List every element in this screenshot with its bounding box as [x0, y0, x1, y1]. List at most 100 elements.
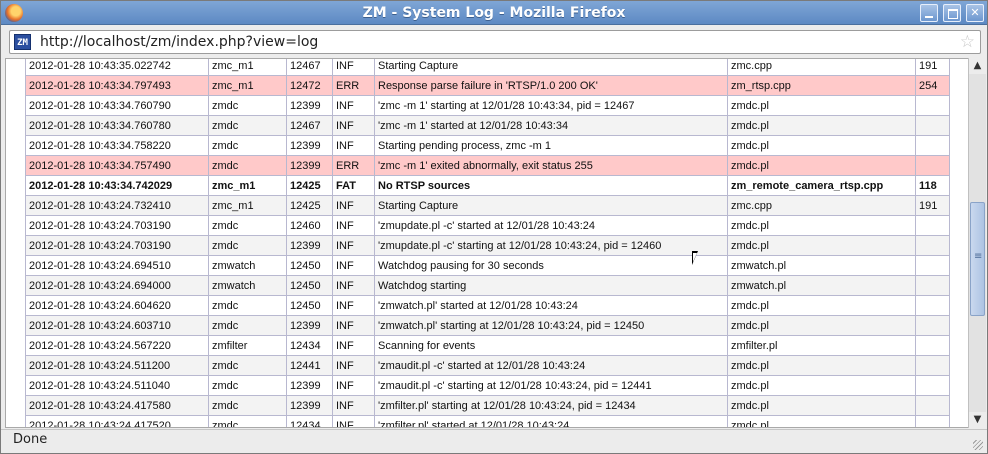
log-cell-level: INF — [332, 315, 375, 336]
log-cell-message: Starting pending process, zmc -m 1 — [374, 135, 728, 156]
log-cell-pid: 12399 — [286, 395, 333, 416]
log-cell-message: 'zmfilter.pl' started at 12/01/28 10:43:… — [374, 415, 728, 427]
log-cell-file: zmdc.pl — [727, 355, 916, 376]
log-cell-pid: 12460 — [286, 215, 333, 236]
minimize-icon[interactable] — [920, 4, 938, 22]
scrollbar-thumb[interactable] — [970, 202, 985, 316]
log-row[interactable]: 2012-01-28 10:43:24.732410 zmc_m1 12425 INF… — [25, 195, 950, 216]
log-cell-file: zm_remote_camera_rtsp.cpp — [727, 175, 916, 196]
log-cell-message: Response parse failure in 'RTSP/1.0 200 … — [374, 75, 728, 96]
log-cell-datetime: 2012-01-28 10:43:24.567220 — [25, 335, 209, 356]
log-cell-line — [915, 155, 950, 176]
log-cell-datetime: 2012-01-28 10:43:24.604620 — [25, 295, 209, 316]
log-cell-file: zmdc.pl — [727, 375, 916, 396]
log-cell-message: 'zmwatch.pl' starting at 12/01/28 10:43:… — [374, 315, 728, 336]
title-bar[interactable]: ZM - System Log - Mozilla Firefox ✕ — [1, 1, 987, 25]
log-row[interactable]: 2012-01-28 10:43:24.603710 zmdc 12399 INF'z… — [25, 315, 950, 336]
log-cell-component: zmwatch — [208, 275, 287, 296]
log-cell-level: INF — [332, 375, 375, 396]
log-cell-pid: 12425 — [286, 175, 333, 196]
log-cell-component: zmdc — [208, 135, 287, 156]
log-row[interactable]: 2012-01-28 10:43:34.757490 zmdc 12399 ERR'z… — [25, 155, 950, 176]
log-cell-pid: 12467 — [286, 115, 333, 136]
log-cell-component: zmdc — [208, 375, 287, 396]
log-row[interactable]: 2012-01-28 10:43:24.567220 zmfilter 12434 I… — [25, 335, 950, 356]
log-cell-line: 254 — [915, 75, 950, 96]
log-cell-file: zmdc.pl — [727, 295, 916, 316]
log-row[interactable]: 2012-01-28 10:43:24.703190 zmdc 12460 INF'z… — [25, 215, 950, 236]
log-cell-level: INF — [332, 395, 375, 416]
log-row[interactable]: 2012-01-28 10:43:24.417580 zmdc 12399 INF'z… — [25, 395, 950, 416]
scroll-down-icon[interactable]: ▼ — [969, 412, 986, 428]
log-cell-line — [915, 95, 950, 116]
log-cell-level: INF — [332, 255, 375, 276]
scroll-up-icon[interactable]: ▲ — [969, 58, 986, 74]
log-row[interactable]: 2012-01-28 10:43:34.742029 zmc_m1 12425 FAT… — [25, 175, 950, 196]
log-row[interactable]: 2012-01-28 10:43:24.511040 zmdc 12399 INF'z… — [25, 375, 950, 396]
status-text: Done — [13, 432, 48, 447]
log-cell-file: zmdc.pl — [727, 95, 916, 116]
maximize-icon[interactable] — [943, 4, 961, 22]
log-cell-component: zmdc — [208, 115, 287, 136]
log-cell-pid: 12441 — [286, 355, 333, 376]
log-row[interactable]: 2012-01-28 10:43:24.694000 zmwatch 12450 IN… — [25, 275, 950, 296]
log-cell-datetime: 2012-01-28 10:43:34.760780 — [25, 115, 209, 136]
log-cell-pid: 12467 — [286, 59, 333, 76]
log-cell-file: zmc.cpp — [727, 59, 916, 76]
log-cell-message: Watchdog pausing for 30 seconds — [374, 255, 728, 276]
log-cell-message: Starting Capture — [374, 59, 728, 76]
log-cell-file: zmdc.pl — [727, 315, 916, 336]
log-cell-line — [915, 395, 950, 416]
log-row[interactable]: 2012-01-28 10:43:34.758220 zmdc 12399 INF St… — [25, 135, 950, 156]
log-cell-level: INF — [332, 415, 375, 427]
log-cell-component: zmc_m1 — [208, 195, 287, 216]
log-cell-pid: 12399 — [286, 155, 333, 176]
log-row[interactable]: 2012-01-28 10:43:34.760780 zmdc 12467 INF'z… — [25, 115, 950, 136]
log-cell-datetime: 2012-01-28 10:43:24.417520 — [25, 415, 209, 427]
log-cell-pid: 12399 — [286, 235, 333, 256]
bookmark-star-icon[interactable]: ☆ — [960, 32, 975, 52]
log-row[interactable]: 2012-01-28 10:43:24.703190 zmdc 12399 INF'z… — [25, 235, 950, 256]
log-table: 2012-01-28 10:43:35.022742 zmc_m1 12467 INF… — [25, 59, 950, 427]
log-cell-message: No RTSP sources — [374, 175, 728, 196]
log-cell-pid: 12450 — [286, 295, 333, 316]
log-cell-line — [915, 275, 950, 296]
close-icon[interactable]: ✕ — [966, 4, 984, 22]
log-cell-level: INF — [332, 135, 375, 156]
log-cell-datetime: 2012-01-28 10:43:24.732410 — [25, 195, 209, 216]
log-cell-line — [915, 135, 950, 156]
log-cell-file: zmdc.pl — [727, 235, 916, 256]
log-cell-message: Starting Capture — [374, 195, 728, 216]
vertical-scrollbar[interactable]: ▲ ▼ — [968, 58, 986, 428]
log-cell-file: zmfilter.pl — [727, 335, 916, 356]
log-cell-line — [915, 235, 950, 256]
address-bar[interactable]: ZM http://localhost/zm/index.php?view=lo… — [9, 30, 981, 54]
resize-grip-icon[interactable] — [973, 440, 983, 450]
log-cell-datetime: 2012-01-28 10:43:24.603710 — [25, 315, 209, 336]
log-cell-file: zmdc.pl — [727, 415, 916, 427]
log-row[interactable]: 2012-01-28 10:43:34.797493 zmc_m1 12472 ERR… — [25, 75, 950, 96]
log-cell-datetime: 2012-01-28 10:43:34.757490 — [25, 155, 209, 176]
browser-window: ZM - System Log - Mozilla Firefox ✕ ZM h… — [0, 0, 988, 454]
log-cell-level: INF — [332, 59, 375, 76]
log-row[interactable]: 2012-01-28 10:43:24.694510 zmwatch 12450 IN… — [25, 255, 950, 276]
log-cell-pid: 12472 — [286, 75, 333, 96]
log-cell-datetime: 2012-01-28 10:43:34.742029 — [25, 175, 209, 196]
log-cell-datetime: 2012-01-28 10:43:24.511040 — [25, 375, 209, 396]
log-row[interactable]: 2012-01-28 10:43:24.511200 zmdc 12441 INF'z… — [25, 355, 950, 376]
log-cell-message: 'zmc -m 1' started at 12/01/28 10:43:34 — [374, 115, 728, 136]
log-row[interactable]: 2012-01-28 10:43:24.417520 zmdc 12434 INF'z… — [25, 415, 950, 427]
log-cell-file: zmdc.pl — [727, 135, 916, 156]
log-cell-file: zmdc.pl — [727, 115, 916, 136]
log-row[interactable]: 2012-01-28 10:43:34.760790 zmdc 12399 INF'z… — [25, 95, 950, 116]
log-cell-message: 'zmc -m 1' starting at 12/01/28 10:43:34… — [374, 95, 728, 116]
log-cell-datetime: 2012-01-28 10:43:24.417580 — [25, 395, 209, 416]
log-row[interactable]: 2012-01-28 10:43:35.022742 zmc_m1 12467 INF… — [25, 59, 950, 76]
log-cell-component: zmc_m1 — [208, 175, 287, 196]
url-field[interactable]: http://localhost/zm/index.php?view=log — [40, 34, 318, 50]
log-cell-pid: 12399 — [286, 315, 333, 336]
log-row[interactable]: 2012-01-28 10:43:24.604620 zmdc 12450 INF'z… — [25, 295, 950, 316]
log-cell-message: 'zmupdate.pl -c' started at 12/01/28 10:… — [374, 215, 728, 236]
log-cell-message: 'zmc -m 1' exited abnormally, exit statu… — [374, 155, 728, 176]
log-cell-message: Scanning for events — [374, 335, 728, 356]
